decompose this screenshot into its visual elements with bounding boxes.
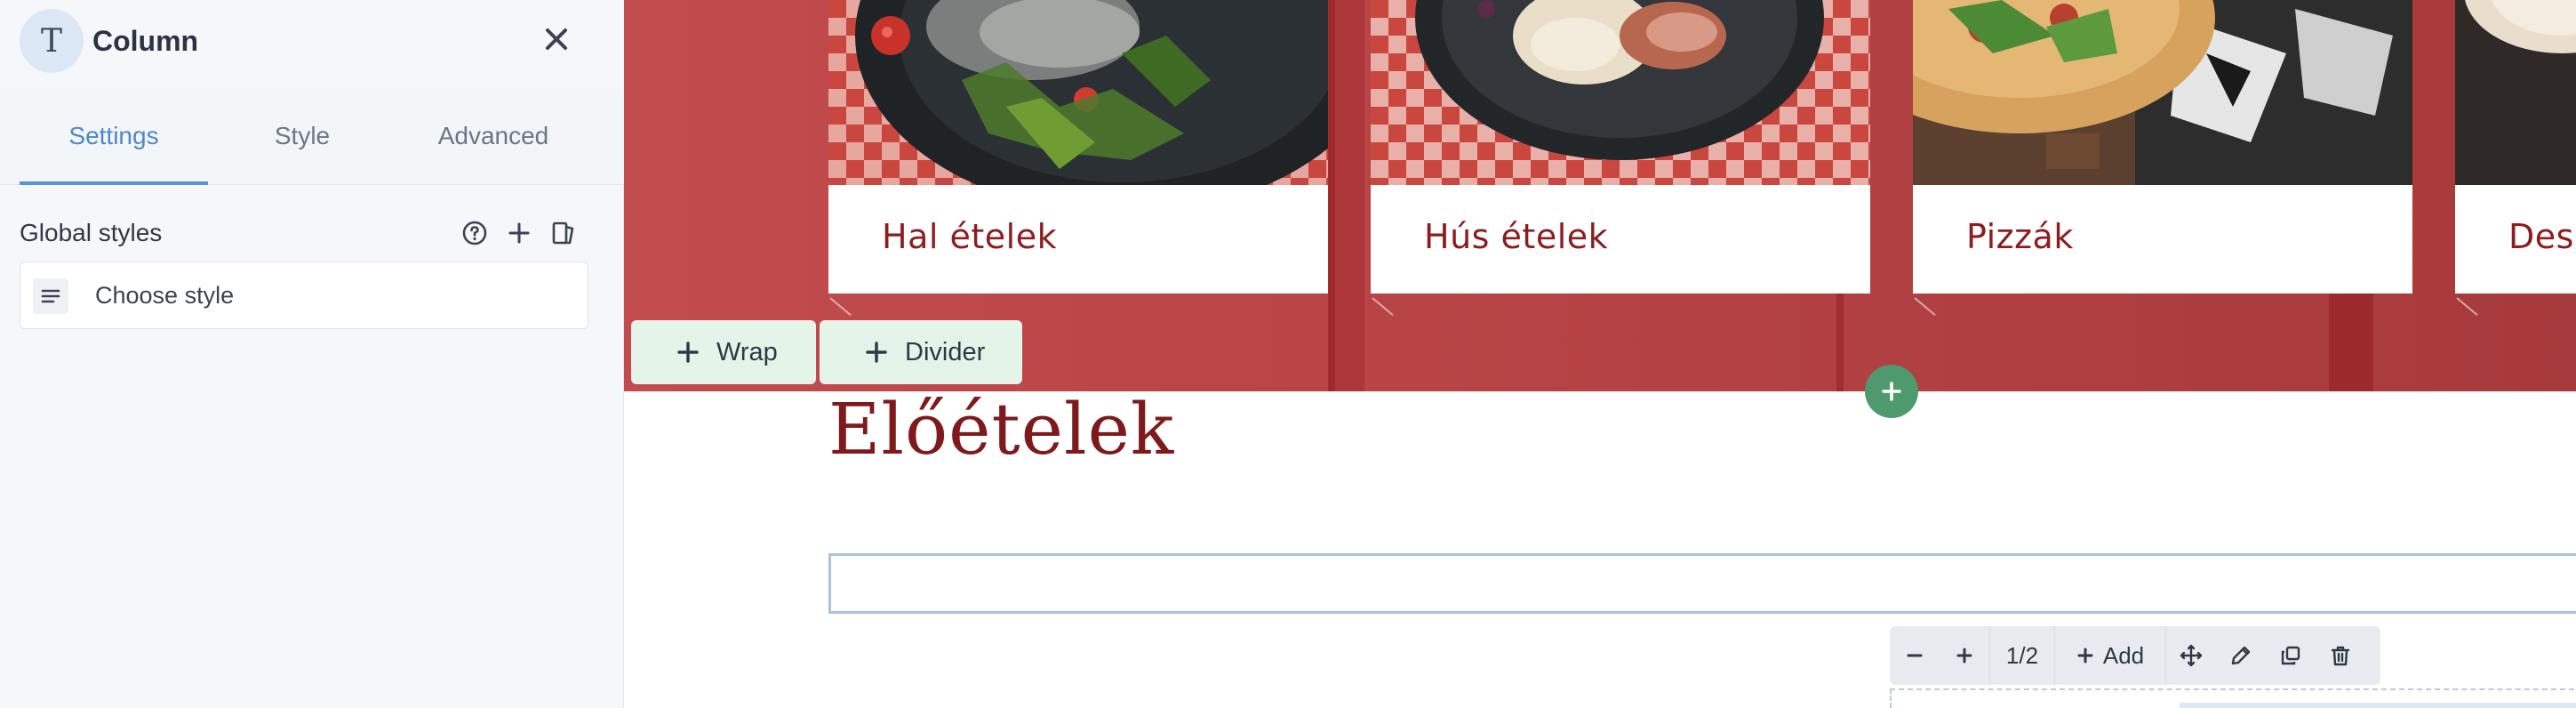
category-image [828,0,1328,185]
text-element-icon: T [20,9,84,73]
category-image [1913,0,2412,185]
plus-icon [677,342,699,363]
tab-advanced[interactable]: Advanced [396,87,590,185]
category-title: Hús ételek [1424,217,1609,256]
increase-width-button[interactable] [1940,626,1989,685]
column-toolbar: 1/2 Add [1890,626,2380,685]
choose-style-placeholder: Choose style [95,282,235,309]
panel-title: Column [92,25,199,57]
delete-button[interactable] [2316,626,2365,685]
selected-column-box[interactable] [828,553,2576,614]
category-title: Hal ételek [882,217,1058,256]
plus-icon [1882,382,1901,401]
settings-panel: T Column Settings Style Advanced Global … [0,0,624,708]
help-icon[interactable] [459,217,491,249]
edit-button[interactable] [2216,626,2266,685]
drop-zone-highlight [2180,703,2576,708]
close-icon [546,28,567,50]
move-icon [2180,644,2203,667]
global-styles-label: Global styles [20,219,163,246]
style-library-icon[interactable] [548,217,580,249]
category-card-body: Dess [2455,185,2576,294]
section-heading[interactable]: Előételek [828,388,1174,471]
category-card-body: Pizzák [1913,185,2412,294]
page-canvas: Hal ételek Hús ételek Pizzák Des Wrap Di… [624,0,2576,708]
list-icon [33,278,68,314]
decrease-width-button[interactable] [1890,626,1940,685]
trash-icon [2331,646,2350,666]
choose-style-select[interactable]: Choose style [20,261,588,329]
active-tab-indicator [20,181,208,185]
add-style-icon[interactable] [503,217,535,249]
category-card[interactable]: Hal ételek [828,0,1328,294]
plus-icon [866,342,887,363]
pencil-icon [2231,646,2251,665]
move-button[interactable] [2166,626,2216,685]
close-button[interactable] [537,20,576,59]
column-width-fraction: 1/2 [2005,641,2039,669]
panel-header: T Column [0,0,624,87]
category-card-body: Hús ételek [1371,185,1870,294]
add-wrap-label: Wrap [716,337,778,366]
add-element-label: Add [2102,641,2145,669]
resize-corner [1372,297,1394,317]
add-section-button[interactable] [1865,365,1918,418]
resize-corner [1914,297,1936,317]
category-title: Dess [2508,217,2576,256]
duplicate-button[interactable] [2266,626,2316,685]
column-gutter [1329,0,1364,391]
global-styles-row: Global styles [20,213,588,253]
panel-tabs: Settings Style Advanced [0,87,624,185]
category-card[interactable]: Hús ételek [1371,0,1870,294]
category-image [1371,0,1870,185]
category-image [2455,0,2576,185]
tab-style[interactable]: Style [208,87,396,185]
add-wrap-button[interactable]: Wrap [631,320,816,384]
add-element-button[interactable]: Add [2055,626,2165,685]
copy-icon [2281,646,2300,665]
category-card[interactable]: Dess [2455,0,2576,294]
category-section: Hal ételek Hús ételek Pizzák Des Wrap Di… [624,0,2576,391]
tab-settings[interactable]: Settings [20,87,208,185]
category-card-body: Hal ételek [828,185,1328,294]
add-divider-button[interactable]: Divider [820,320,1022,384]
category-title: Pizzák [1966,217,2074,256]
category-card[interactable]: Pizzák [1913,0,2412,294]
resize-corner [829,297,852,317]
resize-corner [2456,297,2478,317]
plus-icon [2077,648,2093,664]
minus-icon [1907,654,1923,657]
plus-icon [1956,648,1972,664]
add-divider-label: Divider [905,337,986,366]
